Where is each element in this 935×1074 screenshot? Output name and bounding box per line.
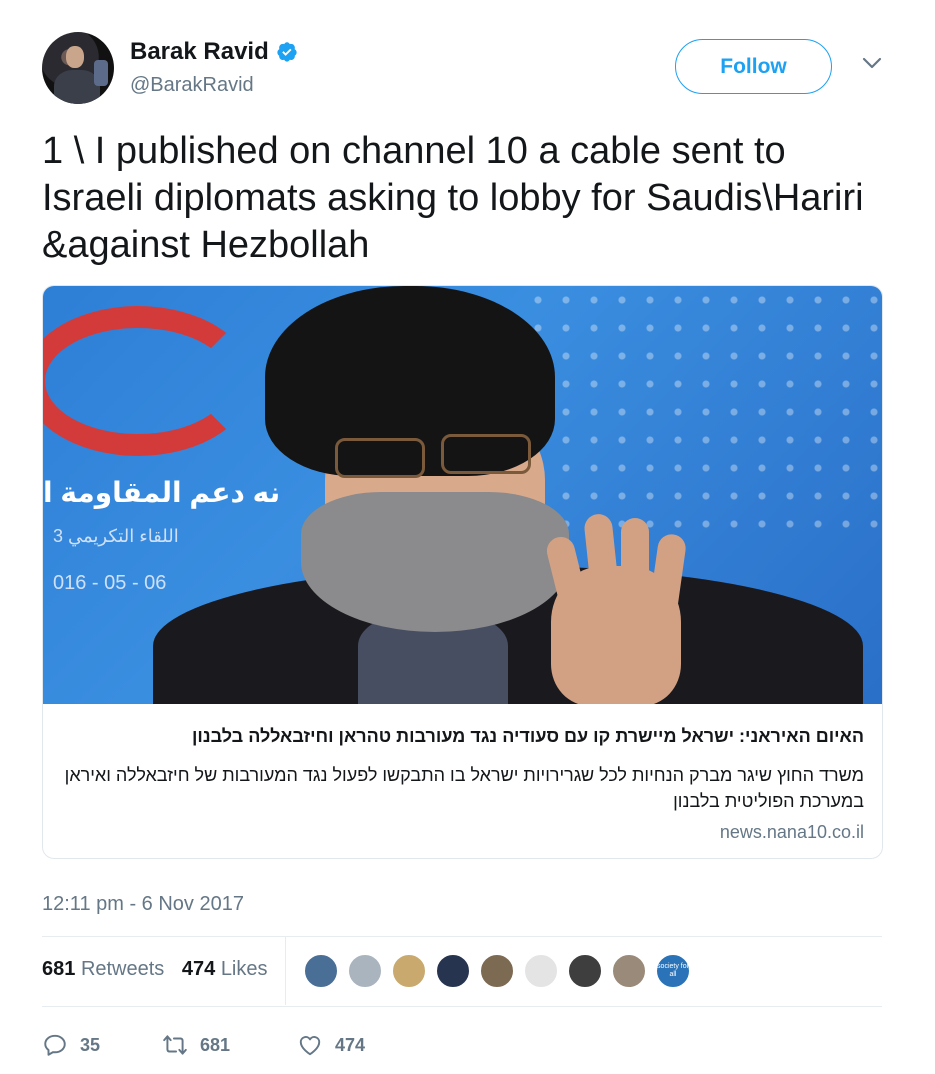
card-image[interactable]: نه دعم المقاومة ا 3 اللقاء التكريمي 016 … xyxy=(43,286,882,704)
avatar-face-shape xyxy=(66,46,84,68)
card-title[interactable]: האיום האיראני: ישראל מיישרת קו עם סעודיה… xyxy=(192,726,864,747)
like-count: 474 xyxy=(335,1034,366,1055)
author-handle[interactable]: @BarakRavid xyxy=(130,74,254,97)
speaker-glasses-left-shape xyxy=(335,438,425,478)
liker-avatar[interactable] xyxy=(567,953,603,989)
verified-badge-icon xyxy=(277,42,297,62)
reply-count: 35 xyxy=(80,1034,101,1055)
background-dots-pattern xyxy=(524,286,882,546)
tweet-text: 1 \ I published on channel 10 a cable se… xyxy=(42,130,864,266)
tweet-stats: 681 Retweets 474 Likes xyxy=(42,958,280,981)
image-banner-text: نه دعم المقاومة ا xyxy=(43,477,281,508)
liker-avatar[interactable] xyxy=(303,953,339,989)
background-logo-shape xyxy=(43,306,253,456)
retweet-icon[interactable] xyxy=(162,1032,188,1058)
liker-avatars: society for all xyxy=(303,953,691,989)
liker-badge-text: society for all xyxy=(657,963,689,978)
reply-icon[interactable] xyxy=(42,1032,68,1058)
retweet-action[interactable]: 681 xyxy=(162,1032,297,1058)
speaker-beard-shape xyxy=(301,492,569,632)
chevron-down-icon[interactable] xyxy=(862,56,882,70)
liker-avatar[interactable] xyxy=(347,953,383,989)
retweet-count: 681 xyxy=(200,1034,231,1055)
link-card[interactable]: نه دعم المقاومة ا 3 اللقاء التكريمي 016 … xyxy=(42,285,883,859)
card-domain: news.nana10.co.il xyxy=(719,822,864,842)
retweets-label: Retweets xyxy=(80,958,165,980)
tweet-actions: 35 681 474 xyxy=(42,1030,417,1060)
reply-action[interactable]: 35 xyxy=(42,1032,162,1058)
retweets-stat[interactable]: 681 Retweets xyxy=(42,958,164,980)
speaker-finger-shape xyxy=(621,518,649,613)
liker-avatar[interactable] xyxy=(391,953,427,989)
author-display-name[interactable]: Barak Ravid xyxy=(130,38,269,66)
liker-avatar[interactable]: society for all xyxy=(655,953,691,989)
retweets-count: 681 xyxy=(42,958,76,980)
image-date-text: 016 - 05 - 06 xyxy=(53,572,167,594)
follow-button[interactable]: Follow xyxy=(675,39,832,94)
stats-separator xyxy=(285,937,286,1005)
likes-stat[interactable]: 474 Likes xyxy=(182,958,268,980)
tweet-timestamp[interactable]: 12:11 pm - 6 Nov 2017 xyxy=(42,893,244,916)
author-name-row[interactable]: Barak Ravid xyxy=(130,38,298,66)
likes-count: 474 xyxy=(181,958,216,980)
heart-icon[interactable] xyxy=(297,1032,323,1058)
image-subtitle-text: 3 اللقاء التكريمي xyxy=(53,526,179,546)
avatar-mic-shape xyxy=(94,60,108,86)
like-action[interactable]: 474 xyxy=(297,1032,417,1058)
liker-avatar[interactable] xyxy=(611,953,647,989)
tweet-header: Barak Ravid @BarakRavid Follow xyxy=(42,32,892,104)
speaker-glasses-right-shape xyxy=(441,434,531,474)
liker-avatar[interactable] xyxy=(435,953,471,989)
divider xyxy=(42,936,882,937)
divider xyxy=(42,1006,882,1007)
author-avatar[interactable] xyxy=(42,32,114,104)
likes-label: Likes xyxy=(220,958,268,980)
liker-avatar[interactable] xyxy=(523,953,559,989)
card-description: משרד החוץ שיגר מברק הנחיות לכל שגרירויות… xyxy=(64,765,864,811)
liker-avatar[interactable] xyxy=(479,953,515,989)
